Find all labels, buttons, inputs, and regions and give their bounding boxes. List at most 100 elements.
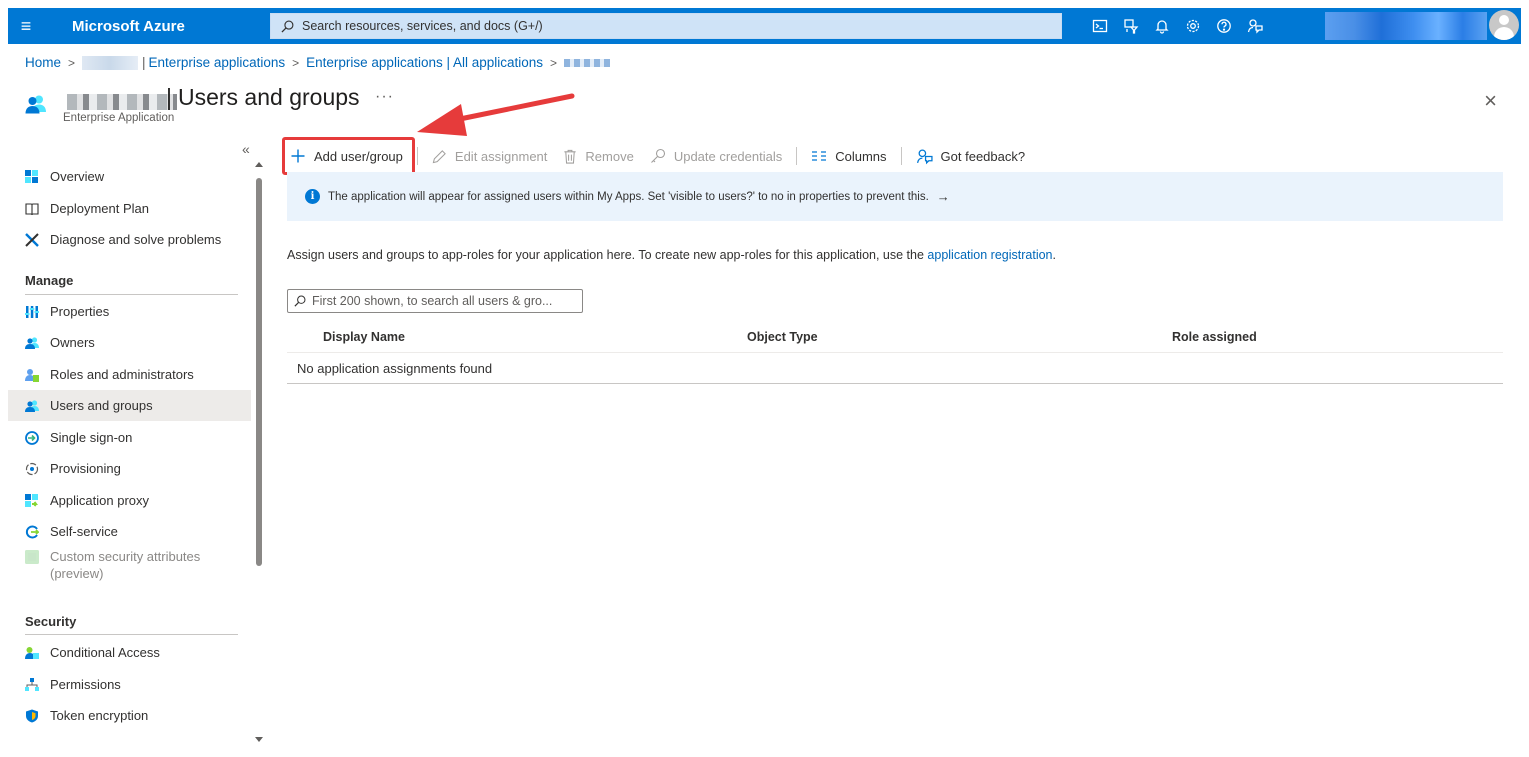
column-header-role-assigned[interactable]: Role assigned bbox=[1172, 330, 1257, 344]
search-placeholder: First 200 shown, to search all users & g… bbox=[312, 294, 553, 308]
key-icon bbox=[650, 148, 665, 163]
columns-button[interactable]: Columns bbox=[803, 139, 894, 173]
scroll-up-icon[interactable] bbox=[255, 162, 263, 167]
conditional-access-icon bbox=[25, 646, 39, 660]
info-banner-text: The application will appear for assigned… bbox=[328, 190, 929, 203]
provisioning-icon bbox=[25, 462, 39, 476]
title-separator: | bbox=[166, 84, 172, 110]
info-banner[interactable]: i The application will appear for assign… bbox=[287, 172, 1503, 221]
roles-icon bbox=[25, 368, 39, 382]
sidebar-scrollbar[interactable] bbox=[255, 162, 265, 747]
sidebar-item-label: Conditional Access bbox=[50, 645, 160, 660]
toolbar-divider bbox=[796, 147, 798, 165]
toolbar-divider bbox=[416, 147, 418, 165]
breadcrumb-enterprise-applications[interactable]: Enterprise applications bbox=[149, 55, 286, 70]
users-groups-icon bbox=[25, 95, 46, 114]
page-title: | Users and groups bbox=[166, 84, 360, 111]
section-security: Security bbox=[25, 614, 77, 629]
sidebar-item-conditional-access[interactable]: Conditional Access bbox=[8, 637, 251, 668]
columns-icon bbox=[812, 151, 827, 161]
brand-title[interactable]: Microsoft Azure bbox=[72, 18, 270, 35]
redacted-app-name[interactable] bbox=[564, 58, 611, 67]
annotation-arrow bbox=[417, 93, 575, 136]
sidebar-item-self-service[interactable]: Self-service bbox=[8, 516, 251, 547]
divider bbox=[25, 634, 238, 635]
column-header-object-type[interactable]: Object Type bbox=[747, 330, 818, 344]
application-registration-link[interactable]: application registration bbox=[927, 248, 1052, 262]
settings-icon[interactable] bbox=[1177, 8, 1208, 44]
directory-filter-icon[interactable] bbox=[1115, 8, 1146, 44]
top-navigation-bar: ≡ Microsoft Azure Search resources, serv… bbox=[8, 8, 1521, 44]
account-name-redacted[interactable] bbox=[1325, 12, 1487, 40]
shield-icon bbox=[25, 709, 39, 723]
sidebar: Overview Deployment Plan Diagnose and so… bbox=[8, 140, 252, 750]
sidebar-item-label: Permissions bbox=[50, 677, 121, 692]
custom-attributes-icon bbox=[25, 550, 39, 564]
search-input[interactable]: First 200 shown, to search all users & g… bbox=[287, 289, 583, 313]
sidebar-item-application-proxy[interactable]: Application proxy bbox=[8, 485, 251, 516]
breadcrumb-pipe: | bbox=[142, 55, 146, 70]
sidebar-item-permissions[interactable]: Permissions bbox=[8, 669, 251, 700]
trash-icon bbox=[564, 149, 577, 164]
assign-description-end: . bbox=[1052, 248, 1056, 262]
scrollbar-thumb[interactable] bbox=[256, 178, 262, 566]
sidebar-item-users-and-groups[interactable]: Users and groups bbox=[8, 390, 251, 421]
feedback-icon[interactable] bbox=[1239, 8, 1270, 44]
users-groups-icon bbox=[25, 399, 39, 413]
sidebar-item-label: Single sign-on bbox=[50, 430, 133, 445]
redacted-app-title bbox=[67, 94, 177, 110]
toolbar-divider bbox=[900, 147, 902, 165]
sso-icon bbox=[25, 430, 39, 445]
avatar[interactable] bbox=[1489, 10, 1519, 40]
search-icon bbox=[281, 20, 294, 33]
assignments-table: Display Name Object Type Role assigned N… bbox=[287, 322, 1503, 384]
scroll-down-icon[interactable] bbox=[255, 737, 263, 742]
assign-description: Assign users and groups to app-roles for… bbox=[287, 248, 1056, 262]
overview-icon bbox=[25, 169, 39, 184]
sidebar-item-properties[interactable]: Properties bbox=[8, 296, 251, 327]
wrench-icon bbox=[25, 232, 39, 247]
permissions-icon bbox=[25, 677, 39, 692]
owners-icon bbox=[25, 336, 39, 350]
columns-label: Columns bbox=[835, 148, 887, 164]
update-credentials-button[interactable]: Update credentials bbox=[642, 139, 790, 173]
sidebar-item-token-encryption[interactable]: Token encryption bbox=[8, 700, 251, 731]
book-icon bbox=[25, 202, 39, 216]
sidebar-item-label: Diagnose and solve problems bbox=[50, 232, 222, 247]
hamburger-menu-icon[interactable]: ≡ bbox=[8, 8, 44, 44]
app-proxy-icon bbox=[25, 493, 39, 508]
sidebar-item-roles[interactable]: Roles and administrators bbox=[8, 359, 251, 390]
page-title-text: Users and groups bbox=[177, 84, 360, 110]
breadcrumb-all-applications[interactable]: Enterprise applications | All applicatio… bbox=[306, 55, 543, 70]
notifications-icon[interactable] bbox=[1146, 8, 1177, 44]
section-manage: Manage bbox=[25, 273, 74, 288]
breadcrumb: Home > | Enterprise applications > Enter… bbox=[25, 55, 611, 70]
column-header-display-name[interactable]: Display Name bbox=[323, 330, 405, 344]
sidebar-item-label: Application proxy bbox=[50, 493, 149, 508]
redacted-tenant-name bbox=[82, 55, 139, 70]
sidebar-item-custom-security-attributes[interactable]: Custom security attributes (preview) bbox=[8, 548, 251, 584]
empty-state-text: No application assignments found bbox=[297, 360, 493, 376]
self-service-icon bbox=[25, 525, 39, 539]
sidebar-item-owners[interactable]: Owners bbox=[8, 327, 251, 358]
more-options-icon[interactable]: ··· bbox=[375, 88, 394, 106]
assign-description-text: Assign users and groups to app-roles for… bbox=[287, 248, 928, 262]
breadcrumb-home[interactable]: Home bbox=[25, 55, 61, 70]
info-icon: i bbox=[305, 189, 320, 204]
sidebar-item-single-sign-on[interactable]: Single sign-on bbox=[8, 422, 251, 453]
help-icon[interactable] bbox=[1208, 8, 1239, 44]
feedback-button[interactable]: Got feedback? bbox=[908, 139, 1034, 173]
global-search-input[interactable]: Search resources, services, and docs (G+… bbox=[270, 13, 1062, 39]
properties-icon bbox=[25, 305, 39, 319]
chevron-right-icon: > bbox=[68, 55, 76, 70]
sidebar-item-diagnose[interactable]: Diagnose and solve problems bbox=[8, 224, 251, 255]
remove-label: Remove bbox=[585, 148, 634, 164]
table-empty-row: No application assignments found bbox=[287, 353, 1503, 384]
sidebar-item-label-preview: (preview) bbox=[50, 566, 104, 581]
close-icon[interactable]: × bbox=[1484, 88, 1497, 114]
sidebar-item-provisioning[interactable]: Provisioning bbox=[8, 453, 251, 484]
sidebar-item-deployment-plan[interactable]: Deployment Plan bbox=[8, 193, 251, 224]
sidebar-item-label: Properties bbox=[50, 304, 110, 319]
sidebar-item-overview[interactable]: Overview bbox=[8, 161, 251, 192]
cloud-shell-icon[interactable] bbox=[1084, 8, 1115, 44]
